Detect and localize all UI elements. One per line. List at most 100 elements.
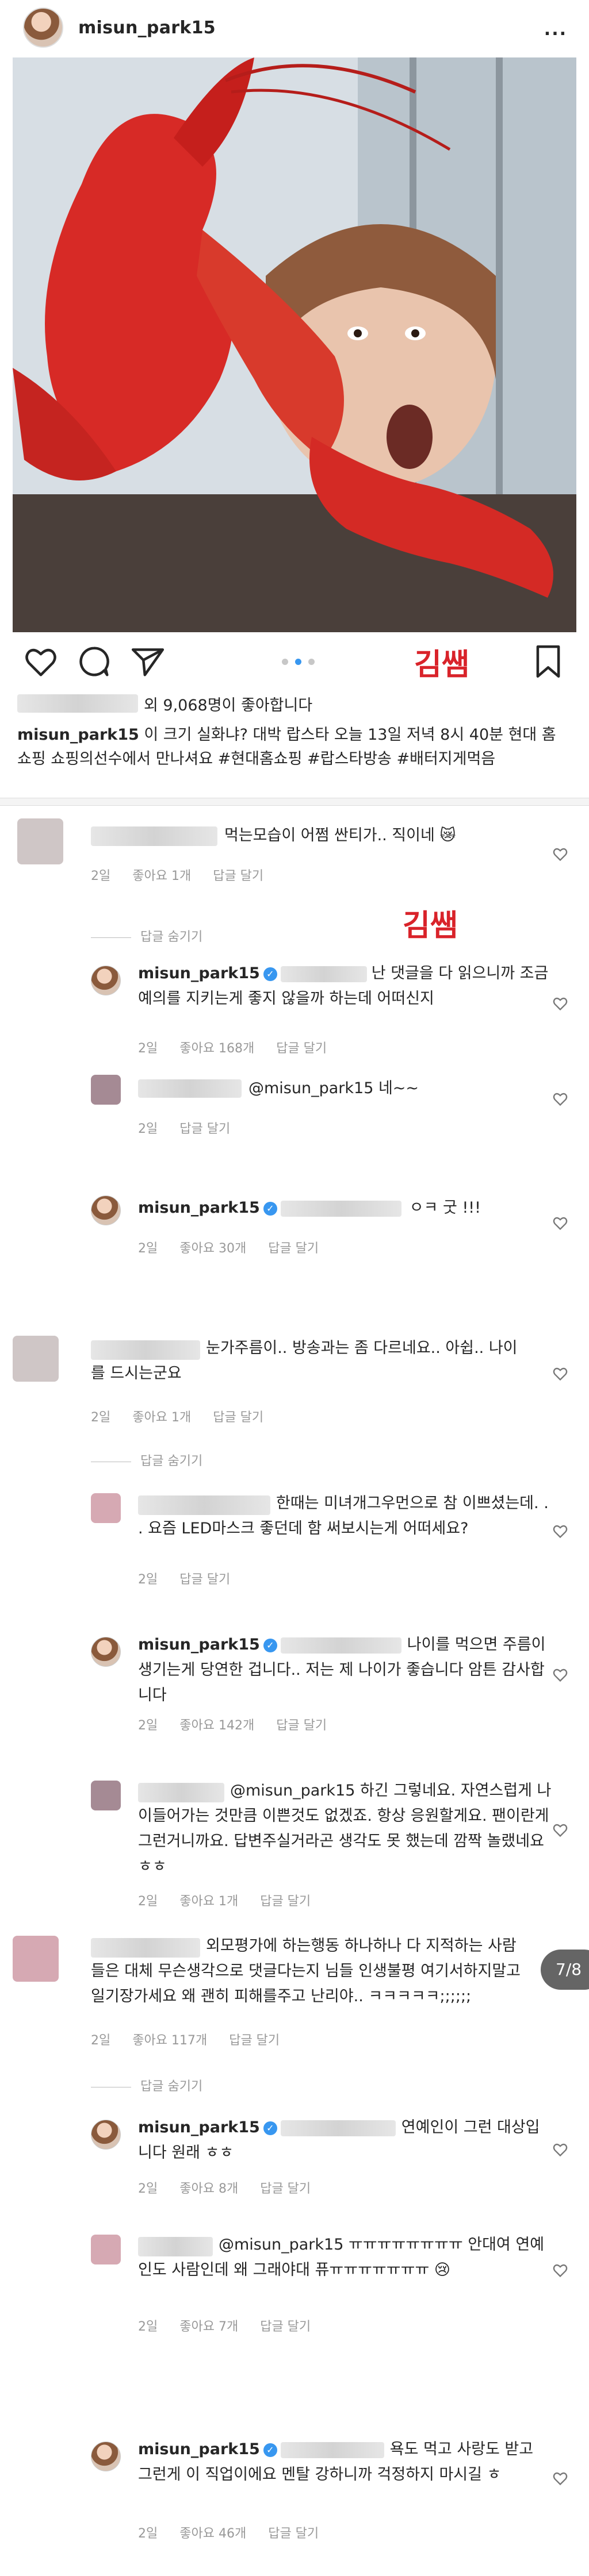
reply-text: misun_park15 ✓ ㅇㅋ 굿 !!! — [138, 1199, 481, 1217]
blurred-mention — [280, 1637, 401, 1654]
reply-avatar[interactable] — [91, 2120, 121, 2150]
reply-text: misun_park15 ✓ 난 댓글을 다 읽으니까 조금 예의를 지키는게 좋지… — [138, 964, 549, 1008]
reply-avatar[interactable] — [91, 1781, 121, 1810]
comment-meta: 2일 좋아요 1개 답글 달기 — [91, 1410, 264, 1425]
blurred-username — [91, 826, 217, 846]
reply-text: misun_park15 ✓ 나이를 먹으면 주름이 생기는게 당연한 겁니다.. … — [138, 1636, 546, 1704]
reply-button[interactable]: 답글 달기 — [268, 1241, 319, 1256]
share-icon[interactable] — [130, 644, 166, 679]
reply-meta: 2일 좋아요 30개 답글 달기 — [138, 1241, 319, 1256]
reply-text: @misun_park15 하긴 그렇네요. 자연스럽게 나이들어가는 것만큼 … — [138, 1782, 552, 1875]
reply-button[interactable]: 답글 달기 — [276, 1041, 327, 1056]
comment-like-icon[interactable] — [552, 2262, 568, 2278]
bookmark-icon[interactable] — [530, 644, 566, 679]
reply-avatar[interactable] — [91, 1637, 121, 1667]
reply-button[interactable]: 답글 달기 — [260, 2182, 311, 2196]
reply-item: misun_park15 ✓ 나이를 먹으면 주름이 생기는게 당연한 겁니다.. … — [0, 1632, 589, 1733]
reply-meta: 2일 답글 달기 — [138, 1122, 231, 1136]
comment-icon[interactable] — [76, 644, 112, 679]
likes-count[interactable]: 외 9,068명이 좋아합니다 — [17, 691, 312, 716]
verified-badge-icon: ✓ — [263, 1201, 277, 1216]
reply-item: @misun_park15 하긴 그렇네요. 자연스럽게 나이들어가는 것만큼 … — [0, 1776, 589, 1914]
reply-meta: 2일 좋아요 8개 답글 달기 — [138, 2182, 311, 2196]
reply-button[interactable]: 답글 달기 — [260, 1894, 311, 1909]
verified-badge-icon: ✓ — [263, 2121, 277, 2135]
reply-meta: 2일 좋아요 142개 답글 달기 — [138, 1718, 327, 1733]
hide-replies-toggle[interactable]: 답글 숨기기 — [91, 2076, 202, 2094]
reply-item: @misun_park15 네~~ 2일 답글 달기 — [0, 1075, 589, 1138]
post-username[interactable]: misun_park15 — [78, 18, 216, 38]
lobster-photo-illustration — [13, 57, 576, 632]
comment-like-icon[interactable] — [552, 846, 568, 862]
comment-meta: 2일 좋아요 117개 답글 달기 — [91, 2033, 280, 2048]
reply-avatar[interactable] — [91, 966, 121, 995]
comment-avatar[interactable] — [13, 1336, 59, 1382]
heart-icon[interactable] — [23, 644, 59, 679]
reply-item: misun_park15 ✓ 난 댓글을 다 읽으니까 조금 예의를 지키는게 좋지… — [0, 961, 589, 1056]
reply-avatar[interactable] — [91, 1195, 121, 1225]
caption-username[interactable]: misun_park15 — [17, 726, 139, 744]
blurred-mention — [280, 2442, 384, 2458]
comment-like-icon[interactable] — [552, 2141, 568, 2158]
comment-text: 눈가주름이.. 방송과는 좀 다르네요.. 아쉽.. 나이를 드시는군요 — [91, 1339, 518, 1382]
reply-avatar[interactable] — [91, 2442, 121, 2471]
comment-text: 먹는모습이 어쩜 싼티가.. 직이네 😿 — [224, 826, 456, 844]
comment-item: 눈가주름이.. 방송과는 좀 다르네요.. 아쉽.. 나이를 드시는군요 2일 좋… — [0, 1333, 589, 1425]
comment-avatar[interactable] — [13, 1936, 59, 1982]
comment-text: 외모평가에 하는행동 하나하나 다 지적하는 사람들은 대체 무슨생각으로 댓글… — [91, 1937, 521, 2005]
reply-meta: 2일 답글 달기 — [138, 1572, 231, 1587]
comment-like-icon[interactable] — [552, 1667, 568, 1683]
reply-meta: 2일 좋아요 168개 답글 달기 — [138, 1041, 327, 1056]
more-options-icon[interactable]: ... — [544, 20, 567, 40]
reply-button[interactable]: 답글 달기 — [179, 1572, 230, 1587]
reply-meta: 2일 좋아요 46개 답글 달기 — [138, 2527, 319, 2541]
action-bar: 김쌤 — [0, 638, 589, 690]
reply-text: 한때는 미녀개그우먼으로 참 이쁘셨는데. . . 요즘 LED마스크 좋던데 … — [138, 1494, 549, 1537]
reply-button[interactable]: 답글 달기 — [260, 2320, 311, 2334]
reply-text: @misun_park15 네~~ — [248, 1079, 419, 1097]
red-name-overlay-2: 김쌤 — [403, 909, 458, 943]
hide-replies-toggle[interactable]: 답글 숨기기 — [91, 1451, 202, 1469]
reply-button[interactable]: 답글 달기 — [276, 1718, 327, 1733]
reply-item: 한때는 미녀개그우먼으로 참 이쁘셨는데. . . 요즘 LED마스크 좋던데 … — [0, 1489, 589, 1587]
comment-avatar[interactable] — [17, 818, 63, 864]
reply-avatar[interactable] — [91, 1075, 121, 1105]
avatar[interactable] — [23, 7, 63, 48]
reply-avatar[interactable] — [91, 2235, 121, 2264]
comment-like-icon[interactable] — [552, 1366, 568, 1382]
page-indicator-badge: 7/8 — [541, 1950, 589, 1990]
comment-like-icon[interactable] — [552, 1215, 568, 1231]
hide-replies-toggle[interactable]: 답글 숨기기 — [91, 926, 202, 945]
comment-item: 외모평가에 하는행동 하나하나 다 지적하는 사람들은 대체 무슨생각으로 댓글… — [0, 1931, 589, 2052]
verified-badge-icon: ✓ — [263, 2443, 277, 2457]
reply-item: misun_park15 ✓ ㅇㅋ 굿 !!! 2일 좋아요 30개 답글 달기 — [0, 1195, 589, 1259]
reply-item: misun_park15 ✓ 욕도 먹고 사랑도 받고 그런게 이 직업이에요 멘탈… — [0, 2437, 589, 2546]
comment-like-icon[interactable] — [552, 1523, 568, 1539]
comment-like-icon[interactable] — [552, 995, 568, 1012]
reply-button[interactable]: 답글 달기 — [213, 869, 263, 883]
comment-like-icon[interactable] — [552, 2470, 568, 2486]
post-caption: misun_park15 이 크기 실화냐? 대박 랍스타 오늘 13일 저녁 … — [17, 723, 569, 795]
comment-meta: 2일 좋아요 1개 답글 달기 — [91, 869, 264, 883]
reply-meta: 2일 좋아요 7개 답글 달기 — [138, 2320, 311, 2334]
verified-badge-icon: ✓ — [263, 1638, 277, 1652]
divider — [0, 798, 589, 806]
blurred-username — [17, 694, 138, 713]
reply-button[interactable]: 답글 달기 — [268, 2527, 319, 2541]
reply-button[interactable]: 답글 달기 — [179, 1122, 230, 1136]
reply-text: misun_park15 ✓ 연예인이 그런 대상입니다 원래 ㅎㅎ — [138, 2119, 540, 2162]
reply-button[interactable]: 답글 달기 — [229, 2033, 280, 2048]
red-name-overlay: 김쌤 — [414, 648, 469, 682]
reply-button[interactable]: 답글 달기 — [213, 1410, 263, 1425]
reply-avatar[interactable] — [91, 1493, 121, 1523]
comment-like-icon[interactable] — [552, 1822, 568, 1838]
reply-meta: 2일 좋아요 1개 답글 달기 — [138, 1894, 311, 1909]
post-photo[interactable] — [13, 57, 576, 632]
comment-item: 먹는모습이 어쩜 싼티가.. 직이네 😿 2일 좋아요 1개 답글 달기 — [0, 810, 589, 891]
carousel-dots — [282, 659, 315, 665]
reply-item: @misun_park15 ㅠㅠㅠㅠㅠㅠㅠㅠ 안대여 연예인도 사람인데 왜 그… — [0, 2230, 589, 2334]
post-header: misun_park15 ... — [0, 0, 589, 55]
comment-like-icon[interactable] — [552, 1091, 568, 1107]
reply-item: misun_park15 ✓ 연예인이 그런 대상입니다 원래 ㅎㅎ 2일 좋아요 8… — [0, 2115, 589, 2201]
blurred-mention — [280, 2120, 396, 2136]
